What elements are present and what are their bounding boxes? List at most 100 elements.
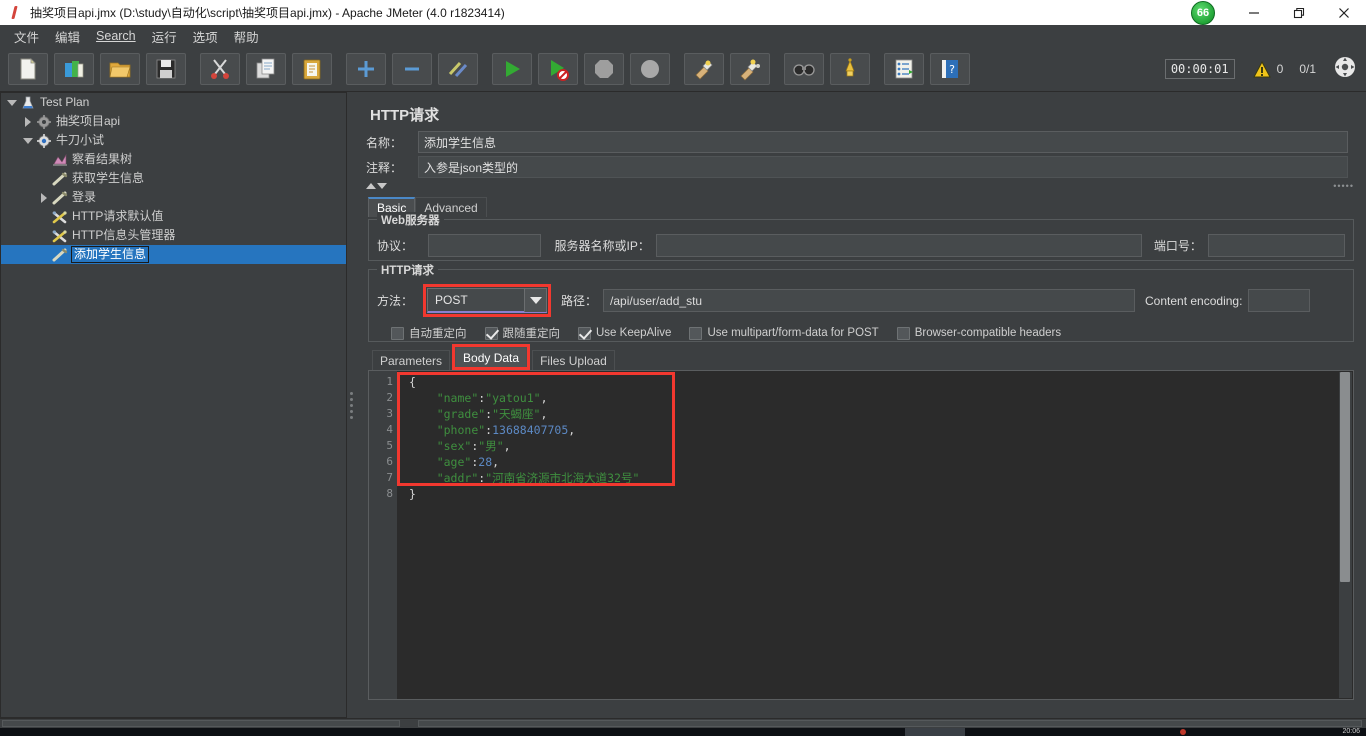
tree-node-login[interactable]: 登录: [1, 188, 346, 207]
tree-node-thread-group-trial[interactable]: 牛刀小试: [1, 131, 346, 150]
tree-twisty-collapsed-icon[interactable]: [37, 191, 51, 205]
checkbox-auto-redirect[interactable]: 自动重定向: [391, 325, 467, 341]
close-button[interactable]: [1321, 0, 1366, 25]
menu-edit[interactable]: 编辑: [47, 25, 88, 48]
method-selected-value: POST: [435, 293, 468, 307]
menu-options[interactable]: 选项: [185, 25, 226, 48]
checkbox-browser-compatible-headers[interactable]: Browser-compatible headers: [896, 326, 1061, 340]
collapse-arrows[interactable]: [366, 183, 387, 189]
toolbar-status-area: 00:00:01 0 0/1: [1164, 56, 1366, 83]
code-token: ,: [492, 455, 500, 469]
method-select[interactable]: POST: [427, 288, 547, 313]
save-icon[interactable]: [146, 53, 186, 85]
cut-icon[interactable]: [200, 53, 240, 85]
warning-indicator[interactable]: 0: [1252, 60, 1283, 78]
port-input[interactable]: [1207, 234, 1345, 257]
tree-twisty-collapsed-icon[interactable]: [21, 115, 35, 129]
tree-twisty-expanded-icon[interactable]: [21, 134, 35, 148]
reset-search-icon[interactable]: [830, 53, 870, 85]
editor-vertical-scrollbar[interactable]: [1339, 372, 1352, 698]
templates-icon[interactable]: [54, 53, 94, 85]
panel-splitter[interactable]: [347, 92, 357, 718]
chevron-down-icon[interactable]: [377, 183, 387, 189]
checkbox-unchecked-icon[interactable]: [391, 326, 404, 340]
editor-code-area[interactable]: { "name":"yatou1", "grade":"天蝎座", "phone…: [397, 371, 1353, 699]
tree-node-label: 获取学生信息: [72, 171, 145, 185]
notification-badge[interactable]: 66: [1191, 1, 1215, 25]
start-no-pauses-icon[interactable]: [538, 53, 578, 85]
method-dropdown-arrow-icon[interactable]: [524, 289, 546, 312]
tree-node-label: 登录: [72, 190, 97, 204]
editor-scrollbar-thumb[interactable]: [1340, 372, 1350, 582]
taskbar-active-window[interactable]: [905, 728, 965, 736]
content-encoding-label: Content encoding:: [1145, 293, 1243, 308]
copy-icon[interactable]: [246, 53, 286, 85]
taskbar-alert-icon[interactable]: [1180, 729, 1186, 735]
comment-input[interactable]: 入参是json类型的: [418, 156, 1348, 178]
collapse-toggle-row[interactable]: •••••: [366, 181, 1354, 191]
method-path-row: 方法： POST 路径： /api/user/add_stu Content e…: [377, 284, 1345, 317]
test-plan-tree[interactable]: Test Plan 抽奖项目api 牛刀小试 察看结果树获取学生信息 登录 HTTP请求默…: [0, 92, 347, 718]
tree-node-view-results-tree[interactable]: 察看结果树: [1, 150, 346, 169]
stop-icon[interactable]: [584, 53, 624, 85]
shutdown-icon[interactable]: [630, 53, 670, 85]
thread-group-icon-blue: [35, 133, 53, 149]
tree-node-header-manager[interactable]: HTTP信息头管理器: [1, 226, 346, 245]
tree-node-add-student-info[interactable]: 添加学生信息: [1, 245, 346, 264]
checkbox-checked-icon[interactable]: [578, 326, 591, 340]
chevron-up-icon[interactable]: [366, 183, 376, 189]
code-token: "age": [436, 455, 472, 469]
checkbox-use-keepalive[interactable]: Use KeepAlive: [578, 326, 672, 340]
tree-node-label: 抽奖项目api: [56, 114, 121, 128]
maximize-button[interactable]: [1276, 0, 1321, 25]
http-options-checkbox-row: 自动重定向 跟随重定向 Use KeepAlive Use multipart/for…: [391, 325, 1339, 341]
open-icon[interactable]: [100, 53, 140, 85]
tree-node-thread-group-lottery[interactable]: 抽奖项目api: [1, 112, 346, 131]
comment-field-row: 注释： 入参是json类型的: [366, 156, 1354, 178]
paste-icon[interactable]: [292, 53, 332, 85]
code-line: "sex":"男",: [409, 438, 1353, 454]
help-icon[interactable]: ?: [930, 53, 970, 85]
checkbox-label: Use KeepAlive: [596, 327, 672, 339]
status-segment-left: [2, 720, 400, 727]
subtab-body-data[interactable]: Body Data: [455, 347, 528, 367]
checkbox-checked-icon[interactable]: [484, 326, 498, 340]
content-encoding-input[interactable]: [1248, 289, 1311, 312]
body-data-editor[interactable]: 12 3 4 5 6 7 8 { "name":"yatou1", "grade":"天蝎座…: [368, 370, 1354, 700]
server-input[interactable]: [655, 234, 1142, 257]
menu-search[interactable]: Search: [88, 27, 144, 45]
checkbox-unchecked-icon[interactable]: [896, 326, 910, 340]
toggle-icon[interactable]: [438, 53, 478, 85]
subtab-files-upload[interactable]: Files Upload: [532, 350, 615, 370]
code-token: ,: [540, 407, 548, 421]
menu-file[interactable]: 文件: [6, 25, 47, 48]
expand-all-icon[interactable]: [346, 53, 386, 85]
subtab-parameters[interactable]: Parameters: [372, 350, 451, 370]
start-icon[interactable]: [492, 53, 532, 85]
title-bar: 抽奖项目api.jmx (D:\study\自动化\script\抽奖项目api…: [0, 0, 1366, 25]
tree-node-http-defaults[interactable]: HTTP请求默认值: [1, 207, 346, 226]
protocol-input[interactable]: [427, 234, 541, 257]
menu-run[interactable]: 运行: [144, 25, 185, 48]
path-input[interactable]: /api/user/add_stu: [603, 289, 1136, 312]
tree-node-test-plan[interactable]: Test Plan: [1, 93, 346, 112]
minimize-button[interactable]: [1231, 0, 1276, 25]
search-icon[interactable]: [784, 53, 824, 85]
menu-help[interactable]: 帮助: [226, 25, 267, 48]
checkbox-use-multipart[interactable]: Use multipart/form-data for POST: [689, 326, 879, 340]
function-helper-icon[interactable]: [884, 53, 924, 85]
collapse-all-icon[interactable]: [392, 53, 432, 85]
tree-twisty-expanded-icon[interactable]: [5, 96, 19, 110]
thread-status-icon[interactable]: [1334, 56, 1356, 83]
clear-all-icon[interactable]: [730, 53, 770, 85]
code-token: "河南省济源市北海大道32号": [485, 471, 640, 485]
clear-icon[interactable]: [684, 53, 724, 85]
new-icon[interactable]: [8, 53, 48, 85]
checkbox-follow-redirects[interactable]: 跟随重定向: [484, 325, 560, 341]
tree-node-get-student-info[interactable]: 获取学生信息: [1, 169, 346, 188]
checkbox-unchecked-icon[interactable]: [689, 326, 703, 340]
name-input[interactable]: 添加学生信息: [418, 131, 1348, 153]
code-token: "sex": [436, 439, 472, 453]
